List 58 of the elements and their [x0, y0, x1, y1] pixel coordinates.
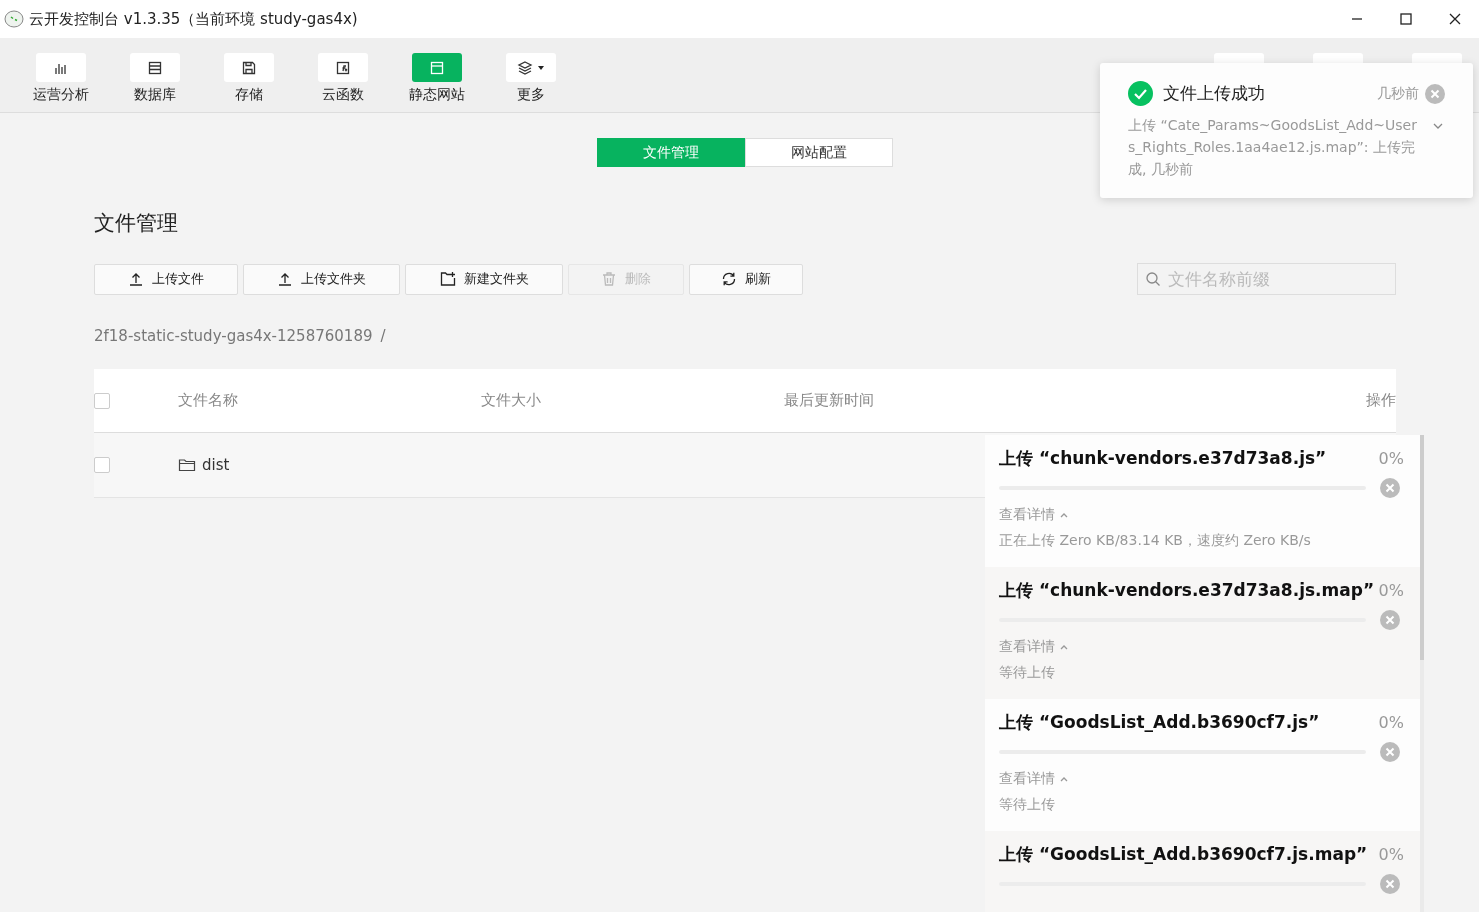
- toolbar-tab[interactable]: 数据库: [119, 38, 191, 112]
- notification-title: 文件上传成功: [1163, 82, 1265, 105]
- upload-status: 等待上传: [999, 796, 1056, 814]
- search-field[interactable]: 文件名称前缀: [1137, 263, 1396, 295]
- toolbar-tab[interactable]: 更多: [495, 38, 567, 112]
- toolbar-tab[interactable]: 静态网站: [401, 38, 473, 112]
- scrollbar[interactable]: [1420, 435, 1424, 912]
- notification-message: 上传 “Cate_Params~GoodsList_Add~Users_Rights_Roles.1aa4ae12.js.map”: 上传完成, 几秒前: [1128, 116, 1418, 179]
- toolbar-tab[interactable]: 运营分析: [25, 38, 97, 112]
- close-icon[interactable]: [1448, 13, 1461, 25]
- caret-icon: [537, 63, 545, 72]
- action-button[interactable]: 上传文件: [94, 263, 238, 295]
- column-header: 最后更新时间: [784, 391, 874, 409]
- upload-icon: [128, 271, 144, 287]
- file-name[interactable]: dist: [202, 456, 230, 474]
- folder-icon: [178, 456, 196, 474]
- checkbox[interactable]: [94, 457, 110, 473]
- upload-title: 上传 “chunk-vendors.e37d73a8.js.map”: [999, 579, 1375, 602]
- cancel-icon[interactable]: [1380, 742, 1400, 762]
- upload-percent: 0%: [1378, 845, 1404, 864]
- breadcrumb-separator: /: [380, 327, 386, 345]
- upload-percent: 0%: [1378, 581, 1404, 600]
- column-header: 文件名称: [178, 391, 238, 409]
- checkbox[interactable]: [94, 392, 110, 409]
- column-header: 操作: [1366, 391, 1396, 409]
- upload-status: 等待上传: [999, 664, 1056, 682]
- cancel-icon[interactable]: [1380, 478, 1400, 498]
- tab[interactable]: 网站配置: [745, 138, 893, 167]
- app-logo-icon: [4, 9, 24, 29]
- column-header: 文件大小: [481, 391, 541, 409]
- upload-icon: [277, 271, 293, 287]
- upload-percent: 0%: [1378, 449, 1404, 468]
- action-button[interactable]: 刷新: [689, 263, 803, 295]
- layers-icon: [517, 59, 533, 76]
- upload-percent: 0%: [1378, 713, 1404, 732]
- search-icon: [1145, 271, 1161, 287]
- function-icon: [335, 59, 351, 76]
- database-icon: [147, 59, 163, 76]
- action-button[interactable]: 上传文件夹: [243, 263, 400, 295]
- maximize-icon[interactable]: [1399, 13, 1412, 25]
- cancel-icon[interactable]: [1380, 610, 1400, 630]
- toolbar-tab[interactable]: 存储: [213, 38, 285, 112]
- upload-title: 上传 “GoodsList_Add.b3690cf7.js”: [999, 711, 1320, 734]
- page-heading: 文件管理: [94, 210, 179, 237]
- upload-status: 正在上传 Zero KB/83.14 KB，速度约 Zero KB/s: [999, 532, 1312, 550]
- upload-title: 上传 “chunk-vendors.e37d73a8.js”: [999, 447, 1327, 470]
- check-circle-icon: [1128, 81, 1153, 106]
- toolbar-tab[interactable]: 云函数: [307, 38, 379, 112]
- upload-title: 上传 “GoodsList_Add.b3690cf7.js.map”: [999, 843, 1368, 866]
- cancel-icon[interactable]: [1380, 874, 1400, 894]
- new-folder-icon: [439, 271, 456, 287]
- breadcrumb-link[interactable]: 2f18-static-study-gas4x-1258760189: [94, 327, 373, 345]
- browser-window-icon: [429, 59, 445, 76]
- window-title: 云开发控制台 v1.3.35（当前环境 study-gas4x): [29, 9, 358, 29]
- notification-time: 几秒前: [1377, 84, 1419, 103]
- refresh-icon: [721, 271, 737, 287]
- action-button[interactable]: 新建文件夹: [405, 263, 563, 295]
- trash-icon: [601, 271, 617, 287]
